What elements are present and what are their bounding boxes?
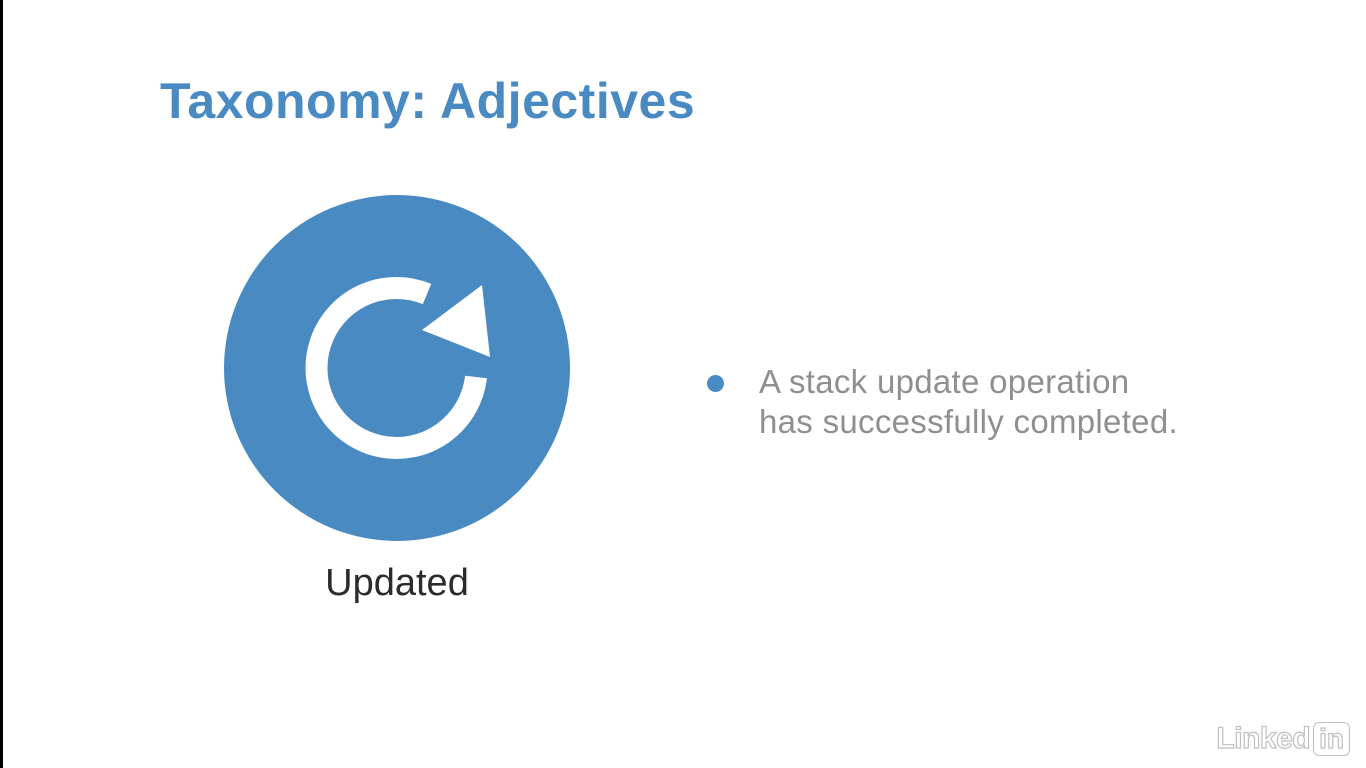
- bullet-dot-icon: [707, 375, 724, 392]
- bullet-list: A stack update operation has successfull…: [707, 362, 1178, 442]
- updated-status-badge: [224, 195, 570, 541]
- slide-title: Taxonomy: Adjectives: [160, 73, 696, 129]
- watermark-box: in: [1313, 722, 1350, 756]
- refresh-icon: [224, 195, 570, 541]
- watermark-text: Linked: [1216, 721, 1311, 755]
- slide: Taxonomy: Adjectives Updated A stack upd…: [3, 0, 1366, 768]
- linkedin-watermark: Linked in: [1216, 721, 1350, 756]
- bullet-line: A stack update operation: [759, 363, 1130, 400]
- bullet-item: A stack update operation has successfull…: [707, 362, 1178, 442]
- bullet-line: has successfully completed.: [759, 403, 1178, 440]
- status-label: Updated: [325, 562, 469, 604]
